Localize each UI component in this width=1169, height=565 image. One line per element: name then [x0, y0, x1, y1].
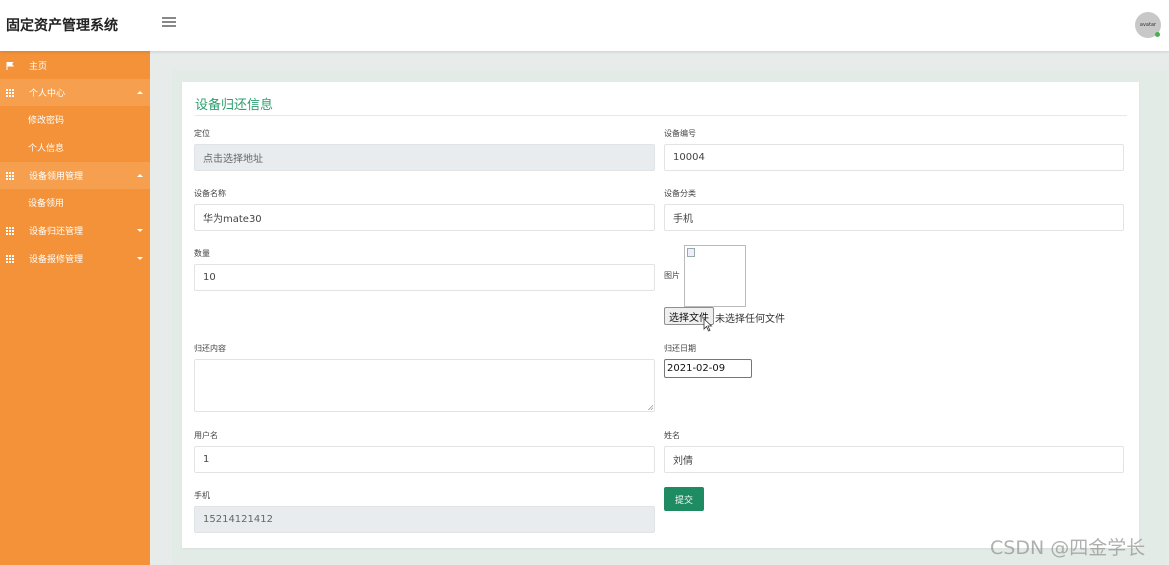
- sidebar-item-label: 主页: [29, 62, 48, 72]
- return-date-label: 归还日期: [664, 344, 696, 353]
- sidebar-item-device-return-mgmt[interactable]: 设备归还管理: [0, 217, 150, 244]
- sidebar-item-device-use-mgmt[interactable]: 设备领用管理: [0, 162, 150, 189]
- sidebar-item-device-repair-mgmt[interactable]: 设备报修管理: [0, 245, 150, 272]
- sidebar: 主页 个人中心 修改密码 个人信息 设备领用管理 设备领用 设备归还管理 设备报…: [0, 51, 150, 565]
- grid-icon: [6, 254, 14, 263]
- sidebar-item-label: 设备报修管理: [29, 255, 84, 265]
- sidebar-item-label: 个人信息: [28, 144, 65, 154]
- top-header: 固定资产管理系统 avatar: [0, 0, 1169, 51]
- file-status-text: 未选择任何文件: [715, 314, 785, 325]
- name-label: 姓名: [664, 431, 680, 440]
- return-content-label: 归还内容: [194, 344, 226, 353]
- sidebar-item-label: 设备归还管理: [29, 227, 84, 237]
- sidebar-item-change-password[interactable]: 修改密码: [0, 106, 150, 133]
- device-name-label: 设备名称: [194, 189, 226, 198]
- online-status-dot: [1155, 32, 1160, 37]
- grid-icon: [6, 171, 14, 180]
- watermark: CSDN @四金学长: [990, 537, 1146, 559]
- menu-toggle-icon[interactable]: [162, 17, 176, 29]
- sidebar-item-label: 设备领用管理: [29, 172, 84, 182]
- sidebar-item-personal-center[interactable]: 个人中心: [0, 79, 150, 106]
- image-preview: [684, 245, 746, 307]
- device-category-label: 设备分类: [664, 189, 696, 198]
- caret-down-icon: [137, 229, 143, 232]
- device-category-input[interactable]: 手机: [664, 204, 1124, 231]
- sidebar-item-label: 个人中心: [29, 89, 66, 99]
- username-label: 用户名: [194, 431, 218, 440]
- app-title: 固定资产管理系统: [6, 18, 118, 34]
- broken-image-icon: [687, 248, 695, 257]
- device-name-input[interactable]: 华为mate30: [194, 204, 655, 231]
- image-label: 图片: [664, 271, 680, 280]
- title-divider: [195, 115, 1127, 116]
- sidebar-item-label: 修改密码: [28, 116, 65, 126]
- grid-icon: [6, 88, 14, 97]
- quantity-label: 数量: [194, 249, 210, 258]
- sidebar-item-label: 设备领用: [28, 199, 65, 209]
- device-number-input[interactable]: 10004: [664, 144, 1124, 171]
- grid-icon: [6, 226, 14, 235]
- form-title: 设备归还信息: [195, 98, 274, 113]
- phone-label: 手机: [194, 491, 210, 500]
- return-content-textarea[interactable]: [194, 359, 655, 412]
- caret-up-icon: [137, 91, 143, 94]
- device-number-label: 设备编号: [664, 129, 696, 138]
- caret-down-icon: [137, 257, 143, 260]
- submit-button[interactable]: 提交: [664, 487, 704, 511]
- resize-handle-icon[interactable]: [648, 405, 653, 410]
- sidebar-item-personal-info[interactable]: 个人信息: [0, 134, 150, 161]
- caret-up-icon: [137, 174, 143, 177]
- mouse-cursor-icon: [703, 318, 713, 332]
- name-input[interactable]: 刘倩: [664, 446, 1124, 473]
- sidebar-item-home[interactable]: 主页: [0, 52, 150, 79]
- flag-icon: [6, 61, 14, 70]
- return-date-input[interactable]: 2021-02-09: [664, 359, 752, 378]
- location-input[interactable]: 点击选择地址: [194, 144, 655, 171]
- username-input[interactable]: 1: [194, 446, 655, 473]
- phone-input[interactable]: 15214121412: [194, 506, 655, 533]
- quantity-input[interactable]: 10: [194, 264, 655, 291]
- location-label: 定位: [194, 129, 210, 138]
- sidebar-item-device-use[interactable]: 设备领用: [0, 189, 150, 216]
